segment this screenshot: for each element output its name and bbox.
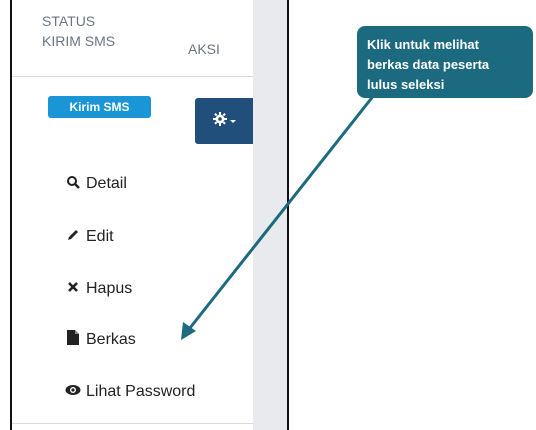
callout-text: Klik untuk melihat berkas data peserta l… [367, 35, 532, 95]
callout-line-2: berkas data peserta [367, 57, 490, 72]
callout-line-3: lulus seleksi [367, 77, 445, 92]
callout-line-1: Klik untuk melihat [367, 37, 479, 52]
